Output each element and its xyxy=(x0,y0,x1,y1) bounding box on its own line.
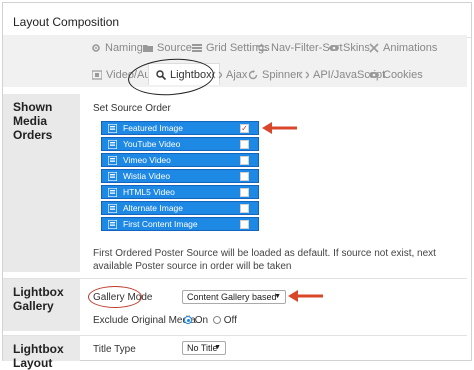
annotation-arrow xyxy=(262,122,297,134)
drag-handle-icon[interactable] xyxy=(108,171,117,181)
grid-icon xyxy=(192,43,202,53)
drag-handle-icon[interactable] xyxy=(108,203,117,213)
tab-naming[interactable]: Naming xyxy=(91,42,143,54)
annotation-oval xyxy=(88,286,142,308)
source-order-checkbox[interactable] xyxy=(240,156,249,165)
panel-title: Layout Composition xyxy=(13,15,120,29)
source-order-item[interactable]: Vimeo Video xyxy=(101,153,259,167)
tab-spinner[interactable]: Spinner xyxy=(248,69,300,81)
drag-handle-icon[interactable] xyxy=(108,139,117,149)
tab-label: Animations xyxy=(383,42,438,54)
lightbox-layout-label: Lightbox Layout xyxy=(3,336,80,370)
shuffle-icon xyxy=(257,43,267,53)
tab-cookies[interactable]: Cookies xyxy=(369,69,423,81)
source-order-checkbox[interactable] xyxy=(240,220,249,229)
refresh-icon xyxy=(248,70,258,80)
tab-animations[interactable]: Animations xyxy=(369,42,437,54)
film-icon xyxy=(92,70,102,80)
source-order-item-label: Wistia Video xyxy=(123,171,171,181)
source-order-item[interactable]: Alternate Image xyxy=(101,201,259,215)
tab-label: Spinner xyxy=(262,69,300,81)
source-order-checkbox[interactable]: ✓ xyxy=(240,124,249,133)
tab-label: Source xyxy=(157,42,192,54)
code-icon xyxy=(299,70,309,80)
chevron-down-icon: ▼ xyxy=(214,344,221,351)
drag-handle-icon[interactable] xyxy=(108,155,117,165)
source-order-checkbox[interactable] xyxy=(240,172,249,181)
drag-handle-icon[interactable] xyxy=(108,187,117,197)
radio-off[interactable] xyxy=(213,316,221,325)
source-order-item-label: First Content Image xyxy=(123,219,198,229)
drag-handle-icon[interactable] xyxy=(108,219,117,229)
chevron-down-icon: ▼ xyxy=(274,293,281,300)
source-order-item-label: HTML5 Video xyxy=(123,187,175,197)
source-order-list: Featured Image ✓ YouTube Video Vimeo Video W… xyxy=(101,121,259,233)
tab-source[interactable]: Source xyxy=(143,42,192,54)
tab-skins[interactable]: Skins xyxy=(329,42,370,54)
radio-on[interactable] xyxy=(184,316,192,325)
poster-source-note: First Ordered Poster Source will be load… xyxy=(93,248,436,272)
annotation-arrow xyxy=(288,290,323,302)
exclude-off-option[interactable]: Off xyxy=(213,315,237,326)
lightbox-gallery-label: Lightbox Gallery xyxy=(3,279,80,331)
tab-label: Cookies xyxy=(383,69,423,81)
tab-label: Skins xyxy=(343,42,370,54)
exclude-original-media-label: Exclude Original Media xyxy=(93,315,196,326)
source-order-item[interactable]: HTML5 Video xyxy=(101,185,259,199)
source-order-checkbox[interactable] xyxy=(240,188,249,197)
eye-icon xyxy=(369,70,379,80)
gallery-mode-select[interactable]: Content Gallery based ▼ xyxy=(182,290,286,304)
gear-icon xyxy=(91,43,101,53)
title-type-select[interactable]: No Title ▼ xyxy=(182,341,226,355)
folder-icon xyxy=(143,43,153,53)
tab-label: Ajax xyxy=(226,69,248,81)
tools-icon xyxy=(369,43,379,53)
eye-icon xyxy=(329,43,339,53)
source-order-item[interactable]: First Content Image xyxy=(101,217,259,231)
source-order-item-label: Alternate Image xyxy=(123,203,184,213)
source-order-item-label: Featured Image xyxy=(123,123,184,133)
source-order-item[interactable]: YouTube Video xyxy=(101,137,259,151)
source-order-item[interactable]: Featured Image ✓ xyxy=(101,121,259,135)
tab-ajax[interactable]: Ajax xyxy=(212,69,247,81)
source-order-checkbox[interactable] xyxy=(240,204,249,213)
shown-media-orders-label: Shown Media Orders xyxy=(3,94,80,272)
drag-handle-icon[interactable] xyxy=(108,123,117,133)
tab-label: Naming xyxy=(105,42,143,54)
exclude-on-option[interactable]: On xyxy=(184,315,208,326)
source-order-item-label: YouTube Video xyxy=(123,139,181,149)
source-order-item[interactable]: Wistia Video xyxy=(101,169,259,183)
set-source-order-caption: Set Source Order xyxy=(93,103,171,114)
source-order-item-label: Vimeo Video xyxy=(123,155,171,165)
source-order-checkbox[interactable] xyxy=(240,140,249,149)
tab-bar: Naming Source Grid Settings Nav-Filter-S… xyxy=(3,35,467,87)
title-type-label: Title Type xyxy=(93,344,136,355)
